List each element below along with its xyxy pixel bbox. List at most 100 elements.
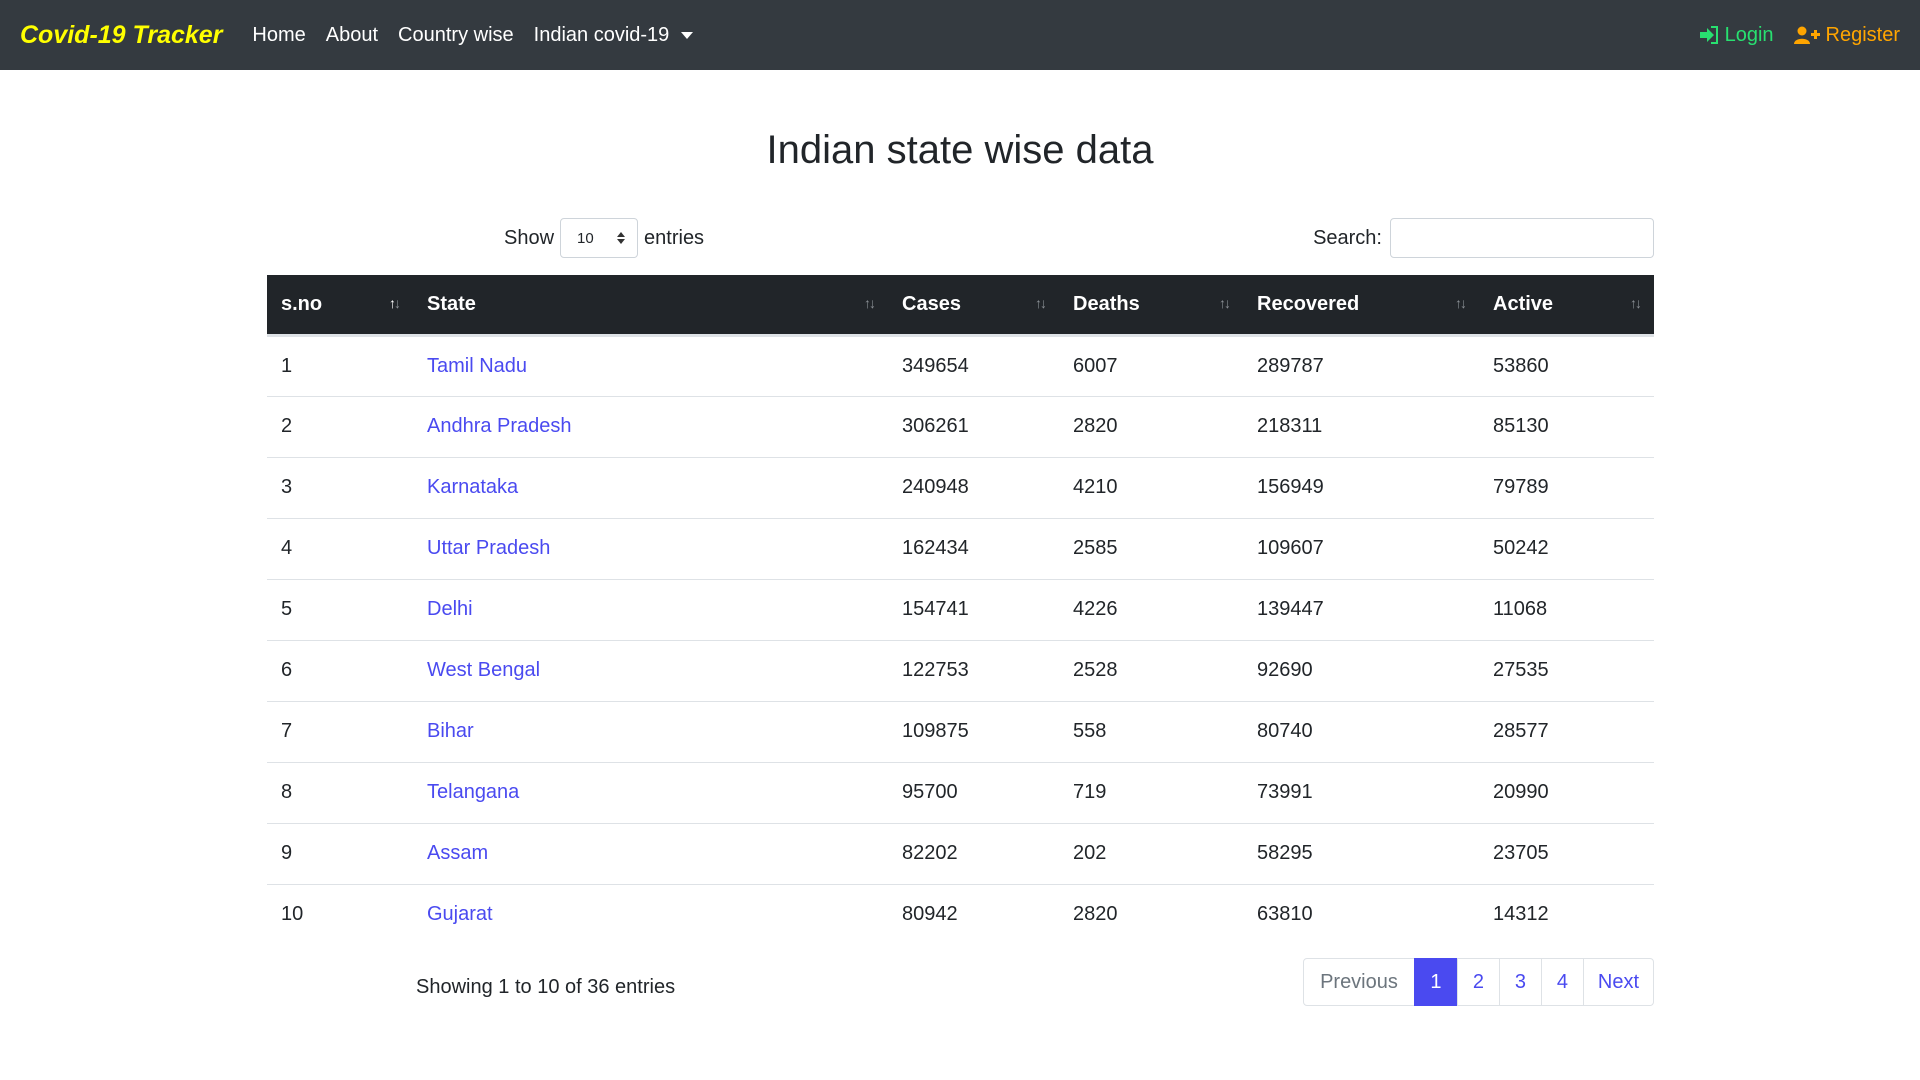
cell-active: 28577 xyxy=(1479,701,1654,763)
table-row: 6 West Bengal 122753 2528 92690 27535 xyxy=(267,640,1654,702)
page-button-2[interactable]: 2 xyxy=(1456,958,1500,1006)
header-sno[interactable]: s.no ↑↓ xyxy=(267,275,413,337)
cell-sno: 2 xyxy=(267,396,413,458)
cell-active: 50242 xyxy=(1479,518,1654,580)
header-state[interactable]: State ↑↓ xyxy=(413,275,888,337)
table-row: 7 Bihar 109875 558 80740 28577 xyxy=(267,701,1654,763)
sign-in-icon xyxy=(1699,26,1718,44)
cell-sno: 3 xyxy=(267,457,413,519)
header-deaths[interactable]: Deaths ↑↓ xyxy=(1059,275,1243,337)
table-row: 3 Karnataka 240948 4210 156949 79789 xyxy=(267,457,1654,519)
nav-indian-covid-dropdown[interactable]: Indian covid-19 xyxy=(534,24,694,47)
cell-sno: 6 xyxy=(267,640,413,702)
state-link[interactable]: Delhi xyxy=(427,598,473,620)
login-link[interactable]: Login xyxy=(1699,24,1774,47)
sort-icon: ↑↓ xyxy=(1035,295,1047,311)
page-length-control: Show 10 entries xyxy=(504,218,704,258)
cell-cases: 154741 xyxy=(888,579,1059,641)
page-button-1[interactable]: 1 xyxy=(1413,958,1458,1006)
page-button-4[interactable]: 4 xyxy=(1540,958,1584,1006)
cell-cases: 122753 xyxy=(888,640,1059,702)
cell-deaths: 558 xyxy=(1059,701,1243,763)
cell-active: 79789 xyxy=(1479,457,1654,519)
table-header-row: s.no ↑↓ State ↑↓ Cases ↑↓ Deaths ↑↓ Recovere… xyxy=(267,275,1654,337)
next-button[interactable]: Next xyxy=(1582,958,1654,1006)
cell-cases: 109875 xyxy=(888,701,1059,763)
search-control: Search: xyxy=(1313,218,1654,258)
header-active[interactable]: Active ↑↓ xyxy=(1479,275,1654,337)
state-link[interactable]: Tamil Nadu xyxy=(427,355,527,377)
cell-sno: 5 xyxy=(267,579,413,641)
register-link[interactable]: Register xyxy=(1793,24,1900,47)
state-link[interactable]: Karnataka xyxy=(427,476,518,498)
brand-logo[interactable]: Covid-19 Tracker xyxy=(20,21,222,50)
table-row: 10 Gujarat 80942 2820 63810 14312 xyxy=(267,884,1654,945)
cell-recovered: 156949 xyxy=(1243,457,1479,519)
nav-country-wise[interactable]: Country wise xyxy=(398,24,514,47)
cell-state: Gujarat xyxy=(413,884,888,945)
select-arrows-icon xyxy=(617,232,626,244)
search-label: Search: xyxy=(1313,226,1382,249)
cell-deaths: 2820 xyxy=(1059,396,1243,458)
cell-deaths: 4226 xyxy=(1059,579,1243,641)
cell-active: 27535 xyxy=(1479,640,1654,702)
cell-cases: 82202 xyxy=(888,823,1059,885)
user-plus-icon xyxy=(1793,26,1820,44)
table-row: 4 Uttar Pradesh 162434 2585 109607 50242 xyxy=(267,518,1654,580)
cell-deaths: 719 xyxy=(1059,762,1243,824)
cell-sno: 9 xyxy=(267,823,413,885)
page-button-3[interactable]: 3 xyxy=(1498,958,1542,1006)
state-link[interactable]: Andhra Pradesh xyxy=(427,415,572,437)
state-link[interactable]: Telangana xyxy=(427,781,519,803)
cell-cases: 95700 xyxy=(888,762,1059,824)
header-recovered[interactable]: Recovered ↑↓ xyxy=(1243,275,1479,337)
cell-active: 23705 xyxy=(1479,823,1654,885)
cell-active: 85130 xyxy=(1479,396,1654,458)
cell-state: Uttar Pradesh xyxy=(413,518,888,580)
cell-recovered: 109607 xyxy=(1243,518,1479,580)
cell-deaths: 202 xyxy=(1059,823,1243,885)
sort-icon: ↑↓ xyxy=(1630,295,1642,311)
nav-about[interactable]: About xyxy=(326,24,378,47)
cell-state: Delhi xyxy=(413,579,888,641)
cell-state: Assam xyxy=(413,823,888,885)
page-title: Indian state wise data xyxy=(766,128,1154,172)
sort-asc-icon: ↑↓ xyxy=(389,295,401,311)
table-row: 2 Andhra Pradesh 306261 2820 218311 8513… xyxy=(267,396,1654,458)
cell-cases: 240948 xyxy=(888,457,1059,519)
state-link[interactable]: Assam xyxy=(427,842,488,864)
cell-recovered: 63810 xyxy=(1257,903,1313,926)
cell-sno: 1 xyxy=(267,335,413,397)
state-link[interactable]: Uttar Pradesh xyxy=(427,537,550,559)
cell-recovered: 218311 xyxy=(1243,396,1479,458)
cell-state: Telangana xyxy=(413,762,888,824)
previous-button[interactable]: Previous xyxy=(1303,958,1415,1006)
cell-deaths: 2820 xyxy=(1073,903,1118,926)
cell-cases: 349654 xyxy=(888,335,1059,397)
cell-recovered: 289787 xyxy=(1243,335,1479,397)
cell-state: Andhra Pradesh xyxy=(413,396,888,458)
cell-recovered: 92690 xyxy=(1243,640,1479,702)
state-link[interactable]: West Bengal xyxy=(427,659,540,681)
cell-deaths: 4210 xyxy=(1059,457,1243,519)
cell-active: 20990 xyxy=(1479,762,1654,824)
pagination: Previous 1 2 3 4 Next xyxy=(1303,958,1654,1006)
sort-icon: ↑↓ xyxy=(864,295,876,311)
header-cases[interactable]: Cases ↑↓ xyxy=(888,275,1059,337)
page-length-select[interactable]: 10 xyxy=(560,218,639,258)
cell-state: Karnataka xyxy=(413,457,888,519)
cell-state: West Bengal xyxy=(413,640,888,702)
cell-active: 53860 xyxy=(1479,335,1654,397)
entries-label: entries xyxy=(644,226,705,249)
cell-active: 11068 xyxy=(1479,579,1654,641)
cell-cases: 80942 xyxy=(902,903,958,926)
cell-deaths: 2585 xyxy=(1059,518,1243,580)
cell-sno: 10 xyxy=(281,903,304,926)
state-link[interactable]: Gujarat xyxy=(427,903,493,925)
search-input[interactable] xyxy=(1390,218,1654,258)
cell-deaths: 2528 xyxy=(1059,640,1243,702)
table-row: 1 Tamil Nadu 349654 6007 289787 53860 xyxy=(267,335,1654,397)
caret-down-icon xyxy=(681,31,694,39)
state-link[interactable]: Bihar xyxy=(427,720,474,742)
nav-home[interactable]: Home xyxy=(252,24,305,47)
